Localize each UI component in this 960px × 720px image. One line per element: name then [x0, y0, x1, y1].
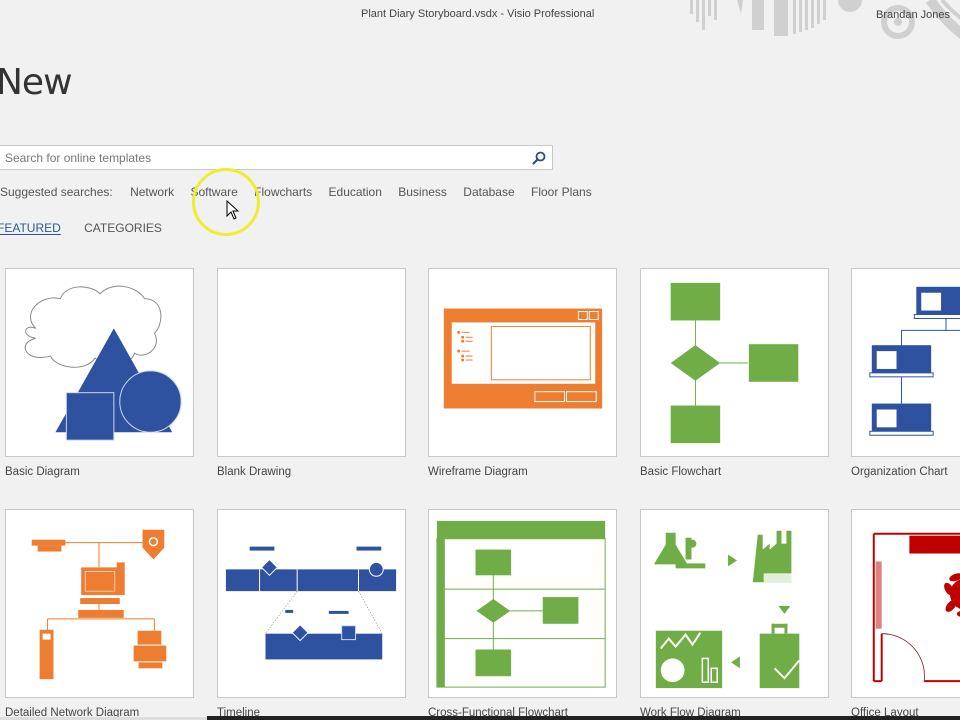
basic-flowchart-thumbnail	[670, 282, 799, 444]
template-label[interactable]: Blank Drawing	[217, 466, 291, 478]
search-box	[0, 145, 553, 170]
detailed-network-diagram-thumbnail	[31, 529, 167, 680]
template-basic-diagram[interactable]	[5, 268, 194, 457]
tab-featured[interactable]: FEATURED	[0, 221, 61, 235]
cross-functional-flowchart-thumbnail	[436, 520, 606, 688]
organization-chart-thumbnail	[869, 286, 960, 436]
search-icon[interactable]	[531, 150, 547, 166]
timeline-thumbnail	[225, 546, 397, 660]
suggested-software[interactable]: Software	[190, 185, 237, 199]
template-organization-chart[interactable]	[851, 268, 960, 457]
template-wireframe-diagram[interactable]	[428, 268, 617, 457]
suggested-education[interactable]: Education	[329, 185, 382, 199]
page-title: New	[0, 62, 73, 103]
backstage-decoration	[680, 0, 960, 45]
template-cross-functional-flowchart[interactable]	[428, 509, 617, 698]
search-input[interactable]	[0, 146, 525, 169]
window-title: Plant Diary Storyboard.vsdx - Visio Prof…	[361, 8, 595, 20]
work-flow-diagram-thumbnail	[653, 530, 801, 689]
suggested-network[interactable]: Network	[130, 185, 174, 199]
mouse-cursor-icon	[226, 199, 240, 220]
suggested-searches-label: Suggested searches:	[0, 185, 113, 199]
template-tabs: FEATURED CATEGORIES	[0, 221, 182, 235]
suggested-floor-plans[interactable]: Floor Plans	[531, 185, 592, 199]
template-label[interactable]: Wireframe Diagram	[428, 466, 528, 478]
cursor-highlight	[192, 168, 260, 236]
template-work-flow-diagram[interactable]	[640, 509, 829, 698]
suggested-searches: Suggested searches: Network Software Flo…	[0, 185, 605, 199]
tab-categories[interactable]: CATEGORIES	[84, 221, 162, 235]
template-timeline[interactable]	[217, 509, 406, 698]
template-detailed-network-diagram[interactable]	[5, 509, 194, 698]
template-blank-drawing[interactable]	[217, 268, 406, 457]
wireframe-diagram-thumbnail	[443, 308, 603, 409]
suggested-database[interactable]: Database	[463, 185, 514, 199]
template-label[interactable]: Basic Diagram	[5, 466, 80, 478]
basic-diagram-thumbnail	[24, 285, 182, 441]
template-label[interactable]: Basic Flowchart	[640, 466, 721, 478]
template-label[interactable]: Organization Chart	[851, 466, 948, 478]
office-layout-thumbnail	[872, 532, 960, 683]
suggested-flowcharts[interactable]: Flowcharts	[254, 185, 312, 199]
suggested-business[interactable]: Business	[398, 185, 447, 199]
template-basic-flowchart[interactable]	[640, 268, 829, 457]
user-name[interactable]: Brandan Jones	[876, 9, 950, 21]
template-office-layout[interactable]	[851, 509, 960, 698]
taskbar	[207, 716, 960, 720]
